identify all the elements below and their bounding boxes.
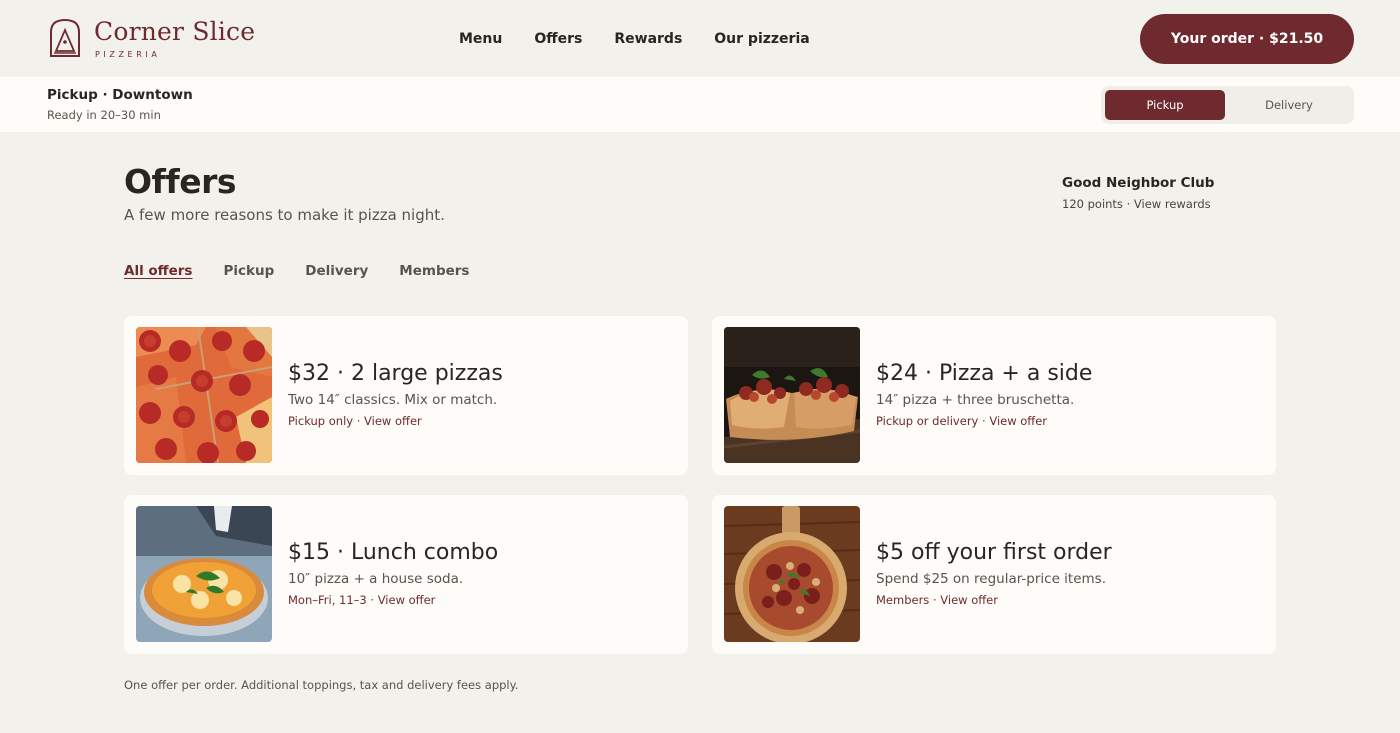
pizza-on-peel-image xyxy=(724,506,860,642)
offer-title: $24 · Pizza + a side xyxy=(876,361,1093,386)
pickup-mode-button[interactable]: Pickup xyxy=(1105,90,1225,120)
brand-name: Corner Slice xyxy=(94,17,256,46)
offer-title: $15 · Lunch combo xyxy=(288,540,499,565)
page-title: Offers xyxy=(124,162,237,201)
offer-description: 14″ pizza + three bruschetta. xyxy=(876,392,1075,408)
filter-members[interactable]: Members xyxy=(399,262,469,280)
page-subtitle: A few more reasons to make it pizza nigh… xyxy=(124,206,445,224)
nav-offers[interactable]: Offers xyxy=(534,31,582,47)
filter-all-offers[interactable]: All offers xyxy=(124,262,192,280)
offer-card[interactable]: $15 · Lunch combo 10″ pizza + a house so… xyxy=(124,495,688,654)
pizza-slice-logo-icon xyxy=(50,18,80,57)
offer-meta: Pickup only · View offer xyxy=(288,414,422,428)
nav-rewards[interactable]: Rewards xyxy=(614,31,682,47)
offer-availability: Pickup or delivery xyxy=(876,414,979,428)
order-mode-toggle: Pickup Delivery xyxy=(1101,86,1354,124)
club-points-link[interactable]: 120 points · View rewards xyxy=(1062,197,1211,211)
offer-meta: Mon–Fri, 11–3 · View offer xyxy=(288,593,436,607)
offer-card[interactable]: $24 · Pizza + a side 14″ pizza + three b… xyxy=(712,316,1276,475)
pepperoni-pizza-image xyxy=(136,327,272,463)
offer-meta: Members · View offer xyxy=(876,593,998,607)
view-offer-link[interactable]: View offer xyxy=(989,414,1047,428)
main-nav: Menu Offers Rewards Our pizzeria xyxy=(459,31,842,47)
view-offer-link[interactable]: View offer xyxy=(378,593,436,607)
offer-availability: Mon–Fri, 11–3 xyxy=(288,593,367,607)
filter-delivery[interactable]: Delivery xyxy=(305,262,368,280)
delivery-mode-button[interactable]: Delivery xyxy=(1229,90,1349,120)
offer-card[interactable]: $32 · 2 large pizzas Two 14″ classics. M… xyxy=(124,316,688,475)
offers-footnote: One offer per order. Additional toppings… xyxy=(124,678,519,692)
location-title[interactable]: Pickup · Downtown xyxy=(47,87,193,103)
offer-availability: Pickup only xyxy=(288,414,354,428)
filter-pickup[interactable]: Pickup xyxy=(223,262,274,280)
offer-title: $5 off your first order xyxy=(876,540,1112,565)
your-order-button[interactable]: Your order · $21.50 xyxy=(1140,14,1354,64)
offer-card[interactable]: $5 off your first order Spend $25 on reg… xyxy=(712,495,1276,654)
brand-tagline: PIZZERIA xyxy=(95,50,161,59)
view-offer-link[interactable]: View offer xyxy=(940,593,998,607)
nav-menu[interactable]: Menu xyxy=(459,31,502,47)
ready-time: Ready in 20–30 min xyxy=(47,108,161,122)
offer-meta: Pickup or delivery · View offer xyxy=(876,414,1048,428)
brand-logo[interactable]: Corner Slice PIZZERIA xyxy=(48,18,255,60)
nav-our-pizzeria[interactable]: Our pizzeria xyxy=(714,31,809,47)
view-offer-link[interactable]: View offer xyxy=(364,414,422,428)
margherita-pizza-image xyxy=(136,506,272,642)
bruschetta-image xyxy=(724,327,860,463)
offer-description: Spend $25 on regular-price items. xyxy=(876,571,1107,587)
offer-filters: All offers Pickup Delivery Members xyxy=(124,262,500,280)
location-bar: Pickup · Downtown Ready in 20–30 min Pic… xyxy=(0,77,1400,132)
offer-description: 10″ pizza + a house soda. xyxy=(288,571,464,587)
offer-availability: Members xyxy=(876,593,930,607)
club-name: Good Neighbor Club xyxy=(1062,175,1215,191)
offer-title: $32 · 2 large pizzas xyxy=(288,361,503,386)
site-header: Corner Slice PIZZERIA Menu Offers Reward… xyxy=(0,0,1400,77)
offer-description: Two 14″ classics. Mix or match. xyxy=(288,392,498,408)
